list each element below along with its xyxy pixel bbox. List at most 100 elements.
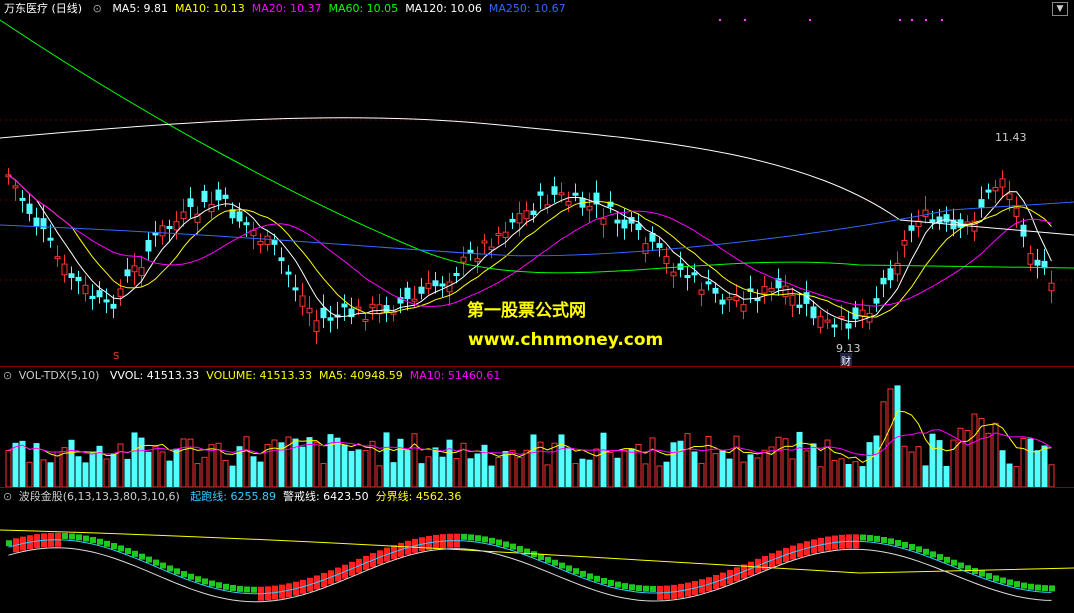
volume-bar xyxy=(5,450,12,487)
volume-bar xyxy=(145,451,152,487)
wave-block xyxy=(139,553,145,560)
volume-bar xyxy=(831,459,838,487)
wave-block xyxy=(153,559,159,566)
candle-body xyxy=(656,243,663,248)
volume-bar xyxy=(691,451,698,487)
volume-bar xyxy=(509,449,516,487)
candle-body xyxy=(117,288,124,297)
candle-body xyxy=(551,186,558,195)
candle-body xyxy=(201,190,208,203)
wave-block xyxy=(566,565,572,572)
candle-body xyxy=(418,286,425,294)
wave-block xyxy=(909,544,915,551)
candle-body xyxy=(887,268,894,281)
signal-dot xyxy=(718,18,722,22)
candle-body xyxy=(859,309,866,317)
candle-body xyxy=(726,297,733,301)
candle-body xyxy=(761,286,768,294)
volume_panel-indicator-1: VOLUME: 41513.33 xyxy=(206,369,313,382)
wave-block xyxy=(6,540,12,547)
volume-bar xyxy=(537,441,544,487)
wave-block xyxy=(608,579,614,586)
wave-block xyxy=(69,533,75,540)
candle-body xyxy=(978,199,985,208)
candle-body xyxy=(432,280,439,287)
candle-body xyxy=(684,275,691,279)
volume-bar xyxy=(558,434,565,487)
volume-bar xyxy=(173,448,180,487)
candle-body xyxy=(411,298,418,302)
candle-body xyxy=(670,271,677,277)
volume-bar xyxy=(1020,438,1027,487)
volume-bar xyxy=(943,465,950,487)
volume-bar xyxy=(985,432,992,487)
wave-block xyxy=(881,536,887,543)
price_panel-indicator-3: MA60: 10.05 xyxy=(328,2,399,15)
volume-panel[interactable]: ⊙ VOL-TDX(5,10) VVOL: 41513.33 VOLUME: 41… xyxy=(0,367,1074,487)
wave-block xyxy=(1049,585,1055,592)
volume-bar xyxy=(82,462,89,487)
volume-bar xyxy=(929,433,936,487)
candle-body xyxy=(369,303,376,309)
volume-toggle-icon[interactable]: ⊙ xyxy=(3,369,12,382)
candle-body xyxy=(537,191,544,196)
volume-bar xyxy=(747,454,754,487)
candle-body xyxy=(89,295,96,300)
ma-toggle-icon[interactable]: ⊙ xyxy=(93,2,102,15)
volume-bar xyxy=(1041,445,1048,487)
candle-body xyxy=(817,315,824,328)
volume-chart[interactable] xyxy=(0,367,1074,487)
wave-block xyxy=(888,538,894,545)
wave-block xyxy=(104,540,110,547)
candle-body xyxy=(740,304,747,312)
candle-body xyxy=(1041,260,1048,269)
price_panel-indicator-0: MA5: 9.81 xyxy=(112,2,169,15)
wave-block xyxy=(636,585,642,592)
wave-block xyxy=(118,545,124,552)
volume-bar xyxy=(131,432,138,487)
window-dropdown-icon[interactable]: ▼ xyxy=(1052,2,1068,16)
candle-body xyxy=(873,298,880,304)
wave-chart[interactable] xyxy=(0,488,1074,613)
wave-block xyxy=(1042,585,1048,592)
wave-toggle-icon[interactable]: ⊙ xyxy=(3,490,12,503)
candle-body xyxy=(663,256,670,265)
volume-bar xyxy=(719,450,726,487)
volume-bar xyxy=(26,461,33,487)
price_panel-indicator-5: MA250: 10.67 xyxy=(488,2,566,15)
volume-bar xyxy=(166,460,173,487)
high-price-label: 11.43 xyxy=(995,131,1027,144)
volume-bar xyxy=(194,463,201,487)
wave-block xyxy=(223,583,229,590)
candle-body xyxy=(642,243,649,254)
wave-block xyxy=(1035,584,1041,591)
wave-block xyxy=(237,585,243,592)
signal-dot xyxy=(940,18,944,22)
candle-body xyxy=(376,304,383,315)
candle-body xyxy=(614,219,621,224)
wave-block xyxy=(601,577,607,584)
candle-body xyxy=(565,201,572,206)
candle-body xyxy=(460,256,467,263)
volume-bar xyxy=(733,435,740,487)
candle-body xyxy=(68,273,75,279)
wave-block xyxy=(1021,582,1027,589)
candle-body xyxy=(187,198,194,207)
volume-bar xyxy=(775,436,782,487)
volume-bar xyxy=(957,427,964,487)
wave-block xyxy=(972,567,978,574)
volume-bar xyxy=(712,453,719,487)
candle-body xyxy=(495,233,502,237)
wave-block xyxy=(188,573,194,580)
ma20-line xyxy=(8,174,1052,307)
candle-body xyxy=(47,237,54,241)
volume-bar xyxy=(810,443,817,487)
candle-body xyxy=(621,219,628,229)
volume-bar xyxy=(334,437,341,487)
candle-body xyxy=(264,235,271,246)
wave-panel[interactable]: ⊙ 波段金股(6,13,13,3,80,3,10,6) 起跑线: 6255.89… xyxy=(0,488,1074,613)
price-panel[interactable]: 万东医疗 (日线) ⊙ MA5: 9.81 MA10: 10.13 MA20: 10… xyxy=(0,0,1074,368)
candle-body xyxy=(12,185,19,189)
candle-body xyxy=(320,307,327,319)
signal-dot xyxy=(924,18,928,22)
